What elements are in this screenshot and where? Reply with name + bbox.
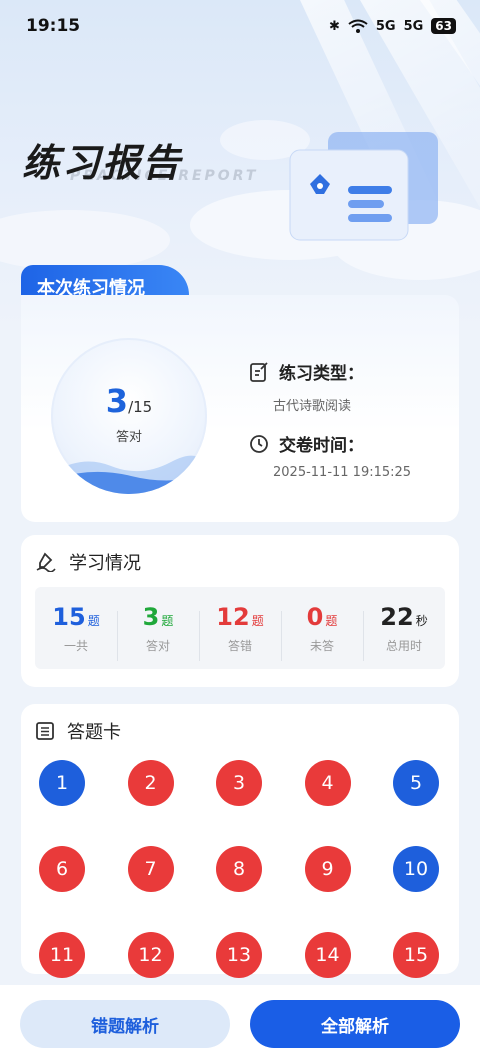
signal-icon: 5G — [375, 18, 396, 34]
stat-number: 0 — [306, 602, 324, 631]
question-number-button[interactable]: 1 — [39, 760, 85, 806]
question-grid: 1 2 3 4 5 6 7 8 9 10 11 12 13 14 15 — [39, 760, 439, 978]
answer-card: 答题卡 1 2 3 4 5 6 7 8 9 10 11 12 13 14 15 — [21, 704, 459, 978]
question-number-button[interactable]: 6 — [39, 846, 85, 892]
stat-unit: 题 — [325, 613, 338, 628]
question-number-button[interactable]: 12 — [127, 932, 174, 978]
stat-unit: 题 — [87, 613, 100, 628]
stat-label: 一共 — [63, 638, 88, 653]
summary-card: 3/15 答对 练习类型： 古代诗歌阅读 交卷时间： 2025-11-11 19… — [21, 295, 459, 522]
stat-number: 22 — [380, 602, 414, 631]
correct-label: 答对 — [115, 430, 142, 445]
signal-icon-2: 5G — [403, 18, 424, 34]
submit-time-value: 2025-11-11 19:15:25 — [273, 465, 412, 480]
stat-item: 3 题答对 — [117, 602, 199, 661]
list-icon — [36, 722, 54, 740]
correct-count: 3 — [105, 382, 129, 420]
question-number-button[interactable]: 15 — [393, 932, 439, 978]
stats-panel: 15 题一共 3 题答对 12 题答错 0 题未答 22 秒总用时 — [35, 587, 445, 669]
document-illustration-icon — [289, 132, 438, 241]
status-bar: 19:15 ✱ 5G 5G 63 — [0, 0, 480, 52]
score-circle: 3/15 答对 — [51, 338, 207, 494]
question-number-button[interactable]: 5 — [393, 760, 439, 806]
question-number-button[interactable]: 3 — [216, 760, 262, 806]
submit-time-label: 交卷时间： — [279, 436, 364, 456]
practice-type-label: 练习类型： — [279, 364, 364, 384]
all-analysis-button[interactable]: 全部解析 — [250, 1000, 460, 1048]
stat-item: 15 题一共 — [35, 603, 117, 654]
question-number-button[interactable]: 7 — [127, 846, 174, 892]
stat-number: 15 — [52, 602, 86, 631]
wrong-analysis-button[interactable]: 错题解析 — [20, 1000, 230, 1048]
practice-type-row: 练习类型： — [249, 359, 364, 384]
question-number-button[interactable]: 8 — [216, 846, 262, 892]
status-time: 19:15 — [26, 16, 81, 36]
question-number-button[interactable]: 13 — [216, 932, 262, 978]
stat-number: 12 — [216, 602, 250, 631]
stat-unit: 题 — [161, 613, 174, 628]
question-number-button[interactable]: 4 — [304, 760, 351, 806]
bluetooth-icon: ✱ — [328, 18, 340, 34]
question-number-button[interactable]: 10 — [393, 846, 439, 892]
answer-card-title: 答题卡 — [67, 722, 121, 743]
stat-item: 0 题未答 — [281, 602, 363, 661]
total-count: /15 — [128, 398, 153, 416]
stat-label: 答错 — [227, 638, 252, 653]
question-number-button[interactable]: 9 — [304, 846, 351, 892]
submit-time-row: 交卷时间： — [249, 431, 364, 456]
stat-label: 未答 — [309, 638, 334, 653]
question-number-button[interactable]: 11 — [39, 932, 85, 978]
question-number-button[interactable]: 14 — [304, 932, 351, 978]
stat-item: 12 题答错 — [199, 602, 281, 661]
stat-number: 3 — [142, 602, 160, 631]
practice-type-value: 古代诗歌阅读 — [273, 399, 352, 414]
stat-unit: 题 — [251, 613, 264, 628]
wifi-icon — [348, 19, 368, 33]
page-title: 练习报告 — [22, 141, 183, 185]
stat-unit: 秒 — [415, 613, 428, 628]
pen-signature-icon — [36, 552, 56, 572]
clock-icon — [250, 434, 268, 453]
wave-decoration — [51, 455, 207, 494]
battery-icon: 63 — [431, 18, 456, 34]
stat-label: 总用时 — [385, 638, 422, 653]
stat-label: 答对 — [145, 638, 170, 653]
study-card: 学习情况 15 题一共 3 题答对 12 题答错 0 题未答 22 秒总用时 — [21, 535, 459, 687]
edit-note-icon — [250, 361, 268, 382]
study-title: 学习情况 — [69, 553, 141, 574]
stat-item: 22 秒总用时 — [363, 602, 445, 661]
question-number-button[interactable]: 2 — [127, 760, 174, 806]
